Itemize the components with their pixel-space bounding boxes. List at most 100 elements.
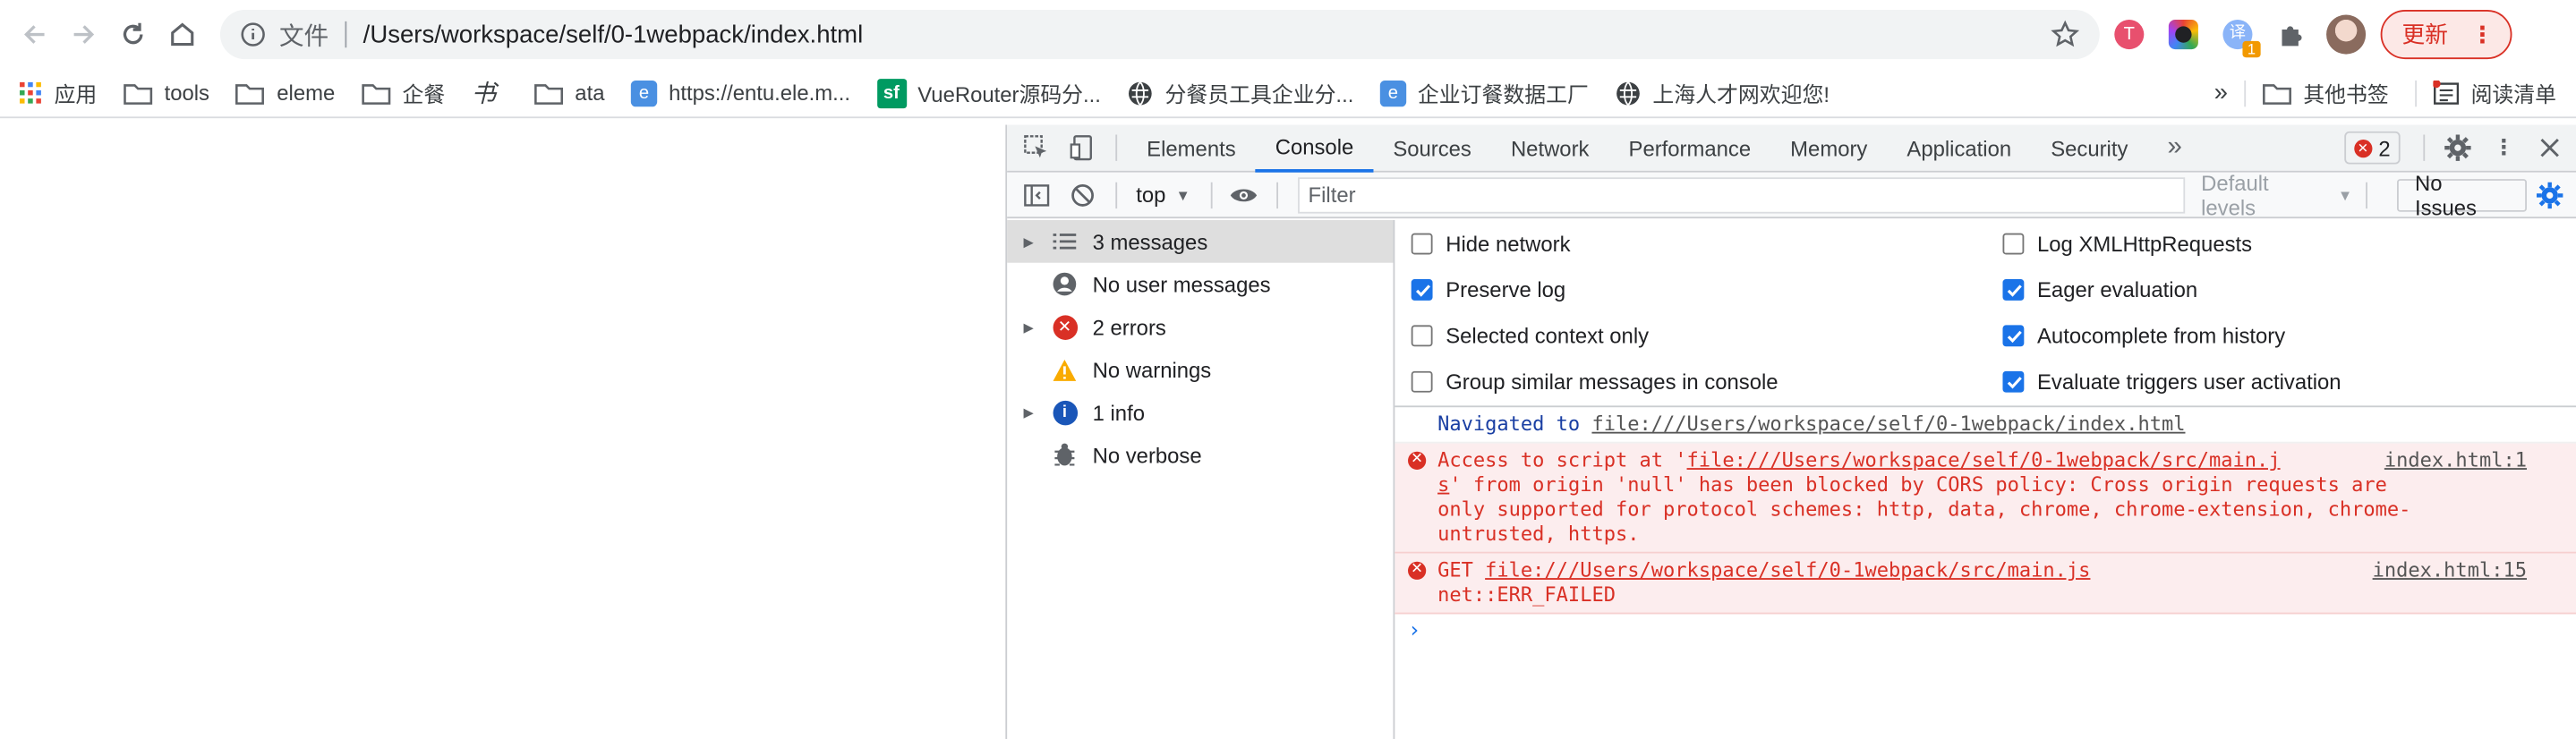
request-url-link[interactable]: file:///Users/workspace/self/0-1webpack/… xyxy=(1485,558,2090,582)
bookmark-calligraphy[interactable]: 书 xyxy=(472,75,508,110)
error-count: 2 xyxy=(2378,135,2391,160)
inspect-element-button[interactable] xyxy=(1014,124,1060,170)
url-scheme: 文件 xyxy=(279,21,329,50)
avatar[interactable] xyxy=(2322,10,2371,59)
bookmark-data-factory[interactable]: e 企业订餐数据工厂 xyxy=(1379,77,1589,108)
checkbox[interactable] xyxy=(1411,325,1433,347)
selected-context-option[interactable]: Selected context only xyxy=(1411,323,1650,349)
bookmarks-divider xyxy=(2244,80,2247,106)
arrow-right-icon xyxy=(73,25,95,44)
more-tabs-button[interactable]: » xyxy=(2147,124,2201,172)
console-toolbar: top ▼ Filter Default levels ▼ No Issues xyxy=(1007,170,2576,219)
address-bar[interactable]: 文件 /Users/workspace/self/0-1webpack/inde… xyxy=(219,10,2100,60)
sidebar-item-warnings[interactable]: No warnings xyxy=(1007,348,1393,391)
hide-network-option[interactable]: Hide network xyxy=(1411,231,1571,257)
extension-red-icon[interactable]: T xyxy=(2104,10,2154,59)
error-icon: ✕ xyxy=(1408,451,1427,470)
live-expression-button[interactable] xyxy=(1222,172,1267,217)
bookmark-folder-ata[interactable]: ata xyxy=(533,81,604,105)
extension-translate-icon[interactable]: 译1 xyxy=(2213,10,2262,59)
devtools-panel: Elements Console Sources Network Perform… xyxy=(1005,124,2576,739)
log-xhr-option[interactable]: Log XMLHttpRequests xyxy=(2002,232,2252,256)
bookmark-folder-tools[interactable]: tools xyxy=(124,81,209,105)
checkbox[interactable] xyxy=(2002,325,2025,347)
bookmarks-more-button[interactable]: » xyxy=(2214,79,2228,106)
error-icon: ✕ xyxy=(1408,561,1427,580)
bookmark-vuerouter[interactable]: sf VueRouter源码分... xyxy=(876,77,1101,108)
source-location-link[interactable]: index.html:1 xyxy=(2384,448,2527,473)
log-levels-dropdown[interactable]: Default levels ▼ xyxy=(2201,170,2352,219)
bookmark-fencan[interactable]: 分餐员工具企业分... xyxy=(1127,77,1353,108)
back-button[interactable] xyxy=(10,10,59,59)
checkbox[interactable] xyxy=(2002,279,2025,301)
source-location-link[interactable]: index.html:15 xyxy=(2373,558,2527,583)
eager-evaluation-option[interactable]: Eager evaluation xyxy=(2002,277,2197,302)
error-count-badge[interactable]: ✕ 2 xyxy=(2343,131,2401,165)
arrow-left-icon xyxy=(24,25,45,44)
option-label: Selected context only xyxy=(1446,323,1650,349)
extension-badge: 1 xyxy=(2242,40,2261,58)
update-button[interactable]: 更新 ⋮ xyxy=(2380,10,2512,60)
sidebar-item-user-messages[interactable]: No user messages xyxy=(1007,263,1393,306)
devtools-settings-button[interactable] xyxy=(2435,124,2480,170)
option-label: Evaluate triggers user activation xyxy=(2037,369,2341,395)
bookmark-apps[interactable]: 应用 xyxy=(20,77,97,108)
option-label: Hide network xyxy=(1446,231,1571,257)
home-button[interactable] xyxy=(158,10,207,59)
bookmark-entu[interactable]: e https://entu.ele.m... xyxy=(630,80,851,106)
script-url-link[interactable]: file:///Users/workspace/self/0-1webpack/… xyxy=(1687,448,2281,471)
tab-network[interactable]: Network xyxy=(1491,124,1609,172)
sidebar-item-errors[interactable]: ▶ ✕ 2 errors xyxy=(1007,305,1393,348)
puzzle-icon[interactable] xyxy=(2267,10,2316,59)
close-devtools-button[interactable] xyxy=(2527,124,2572,170)
group-similar-option[interactable]: Group similar messages in console xyxy=(1411,370,1778,395)
sidebar-item-verbose[interactable]: No verbose xyxy=(1007,434,1393,477)
reload-button[interactable] xyxy=(108,10,158,59)
checkbox[interactable] xyxy=(2002,370,2025,393)
apps-grid-icon xyxy=(20,81,41,103)
expand-arrow-icon: ▶ xyxy=(1023,319,1034,335)
device-toolbar-button[interactable] xyxy=(1060,124,1105,170)
forward-button[interactable] xyxy=(59,10,108,59)
navigated-url-link[interactable]: file:///Users/workspace/self/0-1webpack/… xyxy=(1591,412,2185,436)
bookmark-shanghai-talent[interactable]: 上海人才网欢迎您! xyxy=(1615,77,1830,108)
preserve-log-option[interactable]: Preserve log xyxy=(1411,277,1565,302)
toggle-sidebar-button[interactable] xyxy=(1014,172,1060,217)
console-prompt[interactable]: › xyxy=(1395,614,2576,649)
folder-icon xyxy=(362,83,391,105)
url-text[interactable]: /Users/workspace/self/0-1webpack/index.h… xyxy=(363,21,2051,48)
checkbox[interactable] xyxy=(1411,279,1433,301)
checkbox[interactable] xyxy=(2002,233,2025,255)
evaluate-triggers-option[interactable]: Evaluate triggers user activation xyxy=(2002,370,2341,395)
context-selector[interactable]: top ▼ xyxy=(1126,183,1200,208)
sidebar-item-info[interactable]: ▶ i 1 info xyxy=(1007,391,1393,434)
tab-memory[interactable]: Memory xyxy=(1770,124,1887,172)
toolbar-divider xyxy=(2365,181,2367,208)
bookmark-folder-eleme[interactable]: eleme xyxy=(235,81,335,105)
devtools-menu-button[interactable]: ⋮ xyxy=(2481,124,2527,170)
reading-list-button[interactable]: 阅读清单 xyxy=(2433,77,2556,108)
tab-security[interactable]: Security xyxy=(2031,124,2147,172)
star-icon[interactable] xyxy=(2051,20,2080,49)
bookmark-other[interactable]: 其他书签 xyxy=(2262,77,2389,108)
tab-application[interactable]: Application xyxy=(1887,124,2031,172)
console-settings-button[interactable] xyxy=(2527,172,2572,217)
tab-performance[interactable]: Performance xyxy=(1608,124,1770,172)
extension-color-icon[interactable] xyxy=(2159,10,2208,59)
bookmark-label: https://entu.ele.m... xyxy=(669,80,851,106)
bookmark-folder-qican[interactable]: 企餐 xyxy=(362,77,445,108)
checkbox[interactable] xyxy=(1411,370,1433,393)
filter-input[interactable]: Filter xyxy=(1298,176,2185,213)
tab-elements[interactable]: Elements xyxy=(1127,124,1256,172)
tab-sources[interactable]: Sources xyxy=(1373,124,1491,172)
issues-button[interactable]: No Issues xyxy=(2396,170,2528,219)
script-url-link-cont[interactable]: s xyxy=(1437,473,1449,497)
clear-console-button[interactable] xyxy=(1059,172,1105,217)
sidebar-item-messages[interactable]: ▶ 3 messages xyxy=(1007,219,1394,263)
console-message-error: ✕ GET file:///Users/workspace/self/0-1we… xyxy=(1395,553,2576,615)
globe-icon xyxy=(1616,81,1640,106)
checkbox[interactable] xyxy=(1411,233,1433,255)
tab-console[interactable]: Console xyxy=(1255,124,1374,172)
autocomplete-option[interactable]: Autocomplete from history xyxy=(2002,324,2285,348)
list-icon xyxy=(1050,226,1079,256)
